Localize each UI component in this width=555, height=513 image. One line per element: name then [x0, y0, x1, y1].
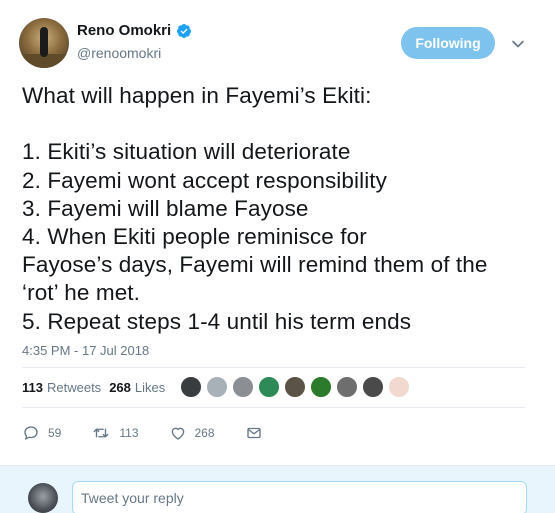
liker-avatar[interactable] — [284, 376, 306, 398]
avatar[interactable] — [19, 18, 69, 68]
tweet-actions: 59 113 268 — [22, 424, 301, 442]
tweet-text: What will happen in Fayemi’s Ekiti: 1. E… — [22, 83, 488, 334]
likes-count[interactable]: 268 — [109, 380, 131, 395]
retweet-action[interactable]: 113 — [91, 424, 139, 442]
name-row: Reno Omokri — [77, 22, 192, 39]
chevron-down-icon[interactable] — [510, 36, 526, 52]
like-action[interactable]: 268 — [169, 424, 215, 442]
liker-avatar[interactable] — [232, 376, 254, 398]
retweet-count: 113 — [119, 426, 139, 440]
liker-avatar[interactable] — [258, 376, 280, 398]
verified-badge-icon — [177, 23, 192, 38]
avatar-figure — [40, 27, 48, 57]
reply-input[interactable] — [72, 481, 527, 513]
current-user-avatar — [28, 483, 58, 513]
direct-message-action[interactable] — [245, 424, 271, 442]
divider — [22, 367, 525, 368]
heart-icon — [171, 427, 184, 440]
liker-avatar[interactable] — [206, 376, 228, 398]
reply-count: 59 — [48, 426, 62, 440]
reply-bar — [0, 465, 555, 513]
direct-message-icon — [246, 427, 261, 439]
likes-label[interactable]: Likes — [135, 380, 165, 395]
retweets-count[interactable]: 113 — [22, 380, 43, 395]
liker-avatar[interactable] — [362, 376, 384, 398]
liker-avatar[interactable] — [180, 376, 202, 398]
user-handle[interactable]: @renoomokri — [77, 45, 161, 61]
liker-avatar[interactable] — [336, 376, 358, 398]
like-count: 268 — [194, 426, 215, 440]
liker-avatars — [180, 376, 414, 398]
retweets-label[interactable]: Retweets — [47, 380, 101, 395]
reply-action[interactable]: 59 — [22, 424, 61, 442]
retweet-icon — [93, 428, 109, 438]
display-name[interactable]: Reno Omokri — [77, 22, 171, 39]
tweet-card: Reno Omokri @renoomokri Following What w… — [0, 0, 555, 465]
liker-avatar[interactable] — [388, 376, 410, 398]
liker-avatar[interactable] — [310, 376, 332, 398]
tweet-stats: 113 Retweets 268 Likes — [22, 380, 173, 395]
reply-icon — [24, 426, 38, 440]
tweet-timestamp[interactable]: 4:35 PM - 17 Jul 2018 — [22, 343, 149, 358]
following-button[interactable]: Following — [401, 27, 495, 59]
divider — [22, 407, 525, 408]
